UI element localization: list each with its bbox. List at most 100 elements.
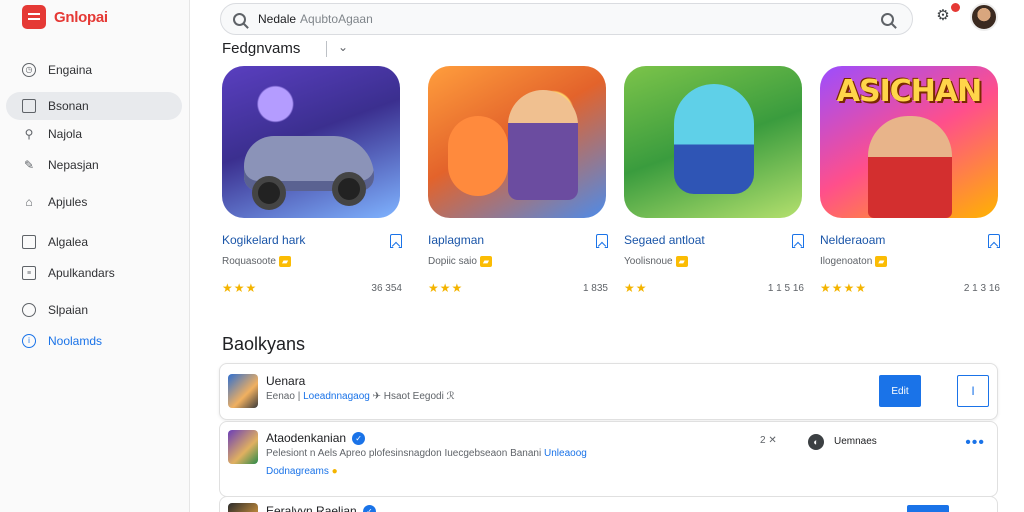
verified-icon: ✓ xyxy=(352,432,366,445)
app-title: Gnlopai xyxy=(54,8,108,26)
game-art xyxy=(428,66,606,218)
rating-stars: ★★★ xyxy=(428,281,464,295)
sidebar-item-algalea[interactable]: Algalea xyxy=(6,228,182,256)
tag-badge: ▰ xyxy=(278,256,292,267)
logo-icon xyxy=(22,5,46,29)
sidebar-item-label: Apjules xyxy=(48,195,88,209)
game-banner-text: ASICHAN xyxy=(836,74,982,109)
search-submit-icon[interactable] xyxy=(881,12,894,26)
bookmark-tags: Dodnagreams ● xyxy=(266,466,338,477)
bookmark-row[interactable]: Ataodenkanian ✓ Pelesiont n Aels Apreo pl… xyxy=(219,421,998,497)
bookmark-link[interactable]: Unleaoog xyxy=(544,448,587,459)
home-icon: ⌂ xyxy=(25,195,33,209)
title-divider xyxy=(326,41,327,57)
game-card[interactable]: Segaed antloat Yoolisnoue ▰ ★★ 1 1 5 16 xyxy=(624,66,804,302)
bookmark-row[interactable]: Uenara Eenao | Loeadnnagaog ✈ Hsaot Eego… xyxy=(219,363,998,420)
game-thumbnail xyxy=(228,374,258,408)
game-card[interactable]: Iaplagman Dopiic saio ▰ ★★★ 1 835 xyxy=(428,66,608,302)
bookmark-description: Pelesiont n Aels Apreo plofesinsnagdon I… xyxy=(266,448,587,459)
sidebar-item-label: Bsonan xyxy=(48,99,89,113)
tag-badge: ▰ xyxy=(875,256,888,267)
game-art xyxy=(222,66,400,218)
sidebar-item-apulkandars[interactable]: ≡ Apulkandars xyxy=(6,259,182,287)
sidebar-item-najola[interactable]: ⚲ Najola xyxy=(6,120,182,148)
search-icon: ⚲ xyxy=(24,127,34,141)
rating-count: 1 835 xyxy=(582,283,608,294)
square-icon xyxy=(22,235,36,249)
bookmark-icon[interactable] xyxy=(988,234,1000,248)
search-input[interactable]: Nedale AqubtoAgaan xyxy=(258,12,373,26)
rating-count: 2 1 3 16 xyxy=(963,283,1000,294)
edit-icon: ✎ xyxy=(23,158,35,172)
game-name: Iaplagman xyxy=(428,233,485,247)
rating-stars: ★★ xyxy=(624,281,648,295)
sidebar-item-engaina[interactable]: ◷ Engaina xyxy=(6,56,182,84)
rating-count: 1 1 5 16 xyxy=(767,283,804,294)
bookmark-icon[interactable] xyxy=(390,234,402,248)
sidebar-item-label: Engaina xyxy=(48,63,93,77)
game-card[interactable]: Kogikelard hark Roquasoote ▰ ★★★ 36 354 xyxy=(222,66,402,302)
share-icon[interactable]: ⚙ xyxy=(933,6,953,26)
chevron-down-icon[interactable]: ⌄ xyxy=(338,40,348,54)
badge-icon: ● xyxy=(331,466,338,477)
avatar[interactable] xyxy=(970,3,998,31)
action-button[interactable] xyxy=(907,505,949,512)
bookmark-icon[interactable] xyxy=(792,234,804,248)
bookmark-meta: Eenao | Loeadnnagaog ✈ Hsaot Eegodi ℛ xyxy=(266,391,455,402)
bookmark-name: Eeralvyn Raelian ✓ xyxy=(266,504,376,512)
game-thumbnail xyxy=(228,430,258,464)
game-name: Kogikelard hark xyxy=(222,233,306,247)
sidebar-item-label: Apulkandars xyxy=(48,266,115,280)
sidebar-item-apjules[interactable]: ⌂ Apjules xyxy=(6,188,182,216)
clock-icon: ◷ xyxy=(22,63,36,77)
sidebar-item-label: Nepasjan xyxy=(48,158,99,172)
app-logo[interactable]: Gnlopai xyxy=(22,5,108,29)
verified-icon: ✓ xyxy=(362,505,376,512)
info-icon: i xyxy=(22,334,36,348)
sidebar-item-slpaian[interactable]: Slpaian xyxy=(6,296,182,324)
game-name: Segaed antloat xyxy=(624,233,705,247)
list-icon: ≡ xyxy=(22,266,36,280)
search-query: Nedale xyxy=(258,12,297,26)
sidebar-item-label: Slpaian xyxy=(48,303,89,317)
sidebar-item-label: Algalea xyxy=(48,235,89,249)
game-card[interactable]: ASICHAN Nelderaoam Ilogenoaton ▰ ★★★★ 2 1… xyxy=(820,66,1000,302)
edit-button[interactable]: Edit xyxy=(879,375,921,407)
bookmarks-title: Baolkyans xyxy=(222,334,306,354)
info-button[interactable]: I xyxy=(957,375,989,407)
search-bar[interactable]: Nedale AqubtoAgaan xyxy=(220,3,913,35)
inbox-icon xyxy=(22,99,36,113)
bookmark-tag-link[interactable]: Dodnagreams xyxy=(266,466,329,477)
sidebar-item-nepasjan[interactable]: ✎ Nepasjan xyxy=(6,151,182,179)
game-art xyxy=(624,66,802,218)
tag-badge: ▰ xyxy=(479,256,493,267)
rating-stars: ★★★ xyxy=(222,281,258,295)
developer-icon: ◐ xyxy=(808,434,824,450)
bookmark-row[interactable]: Eeralvyn Raelian ✓ xyxy=(219,496,998,512)
notification-badge xyxy=(951,3,960,12)
sidebar-item-label: Najola xyxy=(48,127,83,141)
game-publisher: Ilogenoaton ▰ xyxy=(820,256,888,267)
game-art: ASICHAN xyxy=(820,66,998,218)
circle-icon xyxy=(22,303,36,317)
search-placeholder: AqubtoAgaan xyxy=(300,12,373,26)
game-name: Nelderaoam xyxy=(820,233,886,247)
game-thumbnail xyxy=(228,503,258,512)
game-publisher: Roquasoote ▰ xyxy=(222,256,292,267)
more-options-icon[interactable]: ••• xyxy=(965,434,985,452)
sidebar: Gnlopai ◷ Engaina Bsonan ⚲ Najola ✎ Nepa… xyxy=(0,0,190,512)
sidebar-item-label: Noolamds xyxy=(48,334,103,348)
search-icon xyxy=(233,12,246,26)
bookmark-icon[interactable] xyxy=(596,234,608,248)
game-publisher: Dopiic saio ▰ xyxy=(428,256,493,267)
sidebar-item-bsonan[interactable]: Bsonan xyxy=(6,92,182,120)
bookmark-count: 2 ✕ xyxy=(760,435,777,446)
bookmark-link[interactable]: Loeadnnagaog xyxy=(303,391,370,402)
rating-count: 36 354 xyxy=(371,283,402,294)
bookmark-name: Uenara xyxy=(266,374,306,388)
rating-stars: ★★★★ xyxy=(820,281,868,295)
developer-name[interactable]: Uemnaes xyxy=(834,436,877,447)
featured-title: Fedgnvams xyxy=(222,40,301,57)
bookmark-name: Ataodenkanian ✓ xyxy=(266,431,366,445)
sidebar-item-noolamds[interactable]: i Noolamds xyxy=(6,327,182,355)
